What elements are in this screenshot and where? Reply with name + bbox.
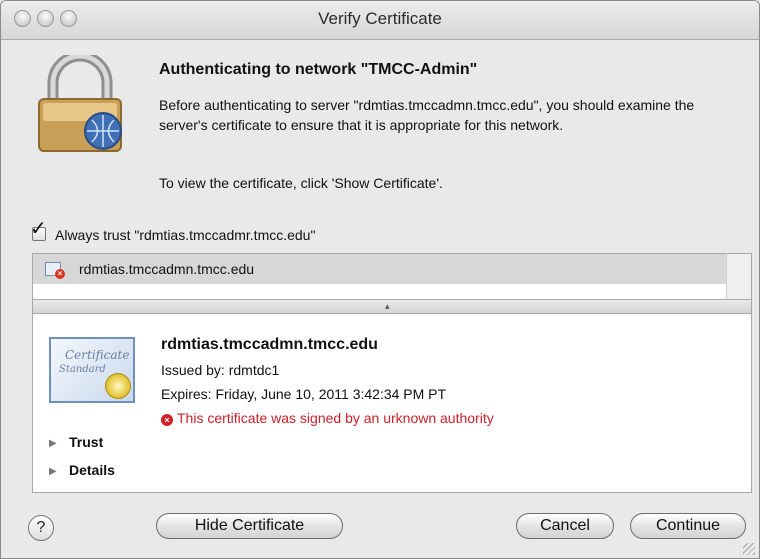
trust-disclosure-triangle-icon[interactable]: ▶ xyxy=(49,438,57,449)
certificate-list-item[interactable]: × rdmtias.tmccadmn.tmcc.edu xyxy=(33,254,727,284)
certificate-detail-pane: Certificate Standard rdmtias.tmccadmn.tm… xyxy=(32,313,752,493)
padlock-icon xyxy=(38,55,122,152)
trust-section-toggle[interactable]: Trust xyxy=(69,434,103,450)
list-scrollbar[interactable] xyxy=(726,254,751,299)
dialog-instruction: To view the certificate, click 'Show Cer… xyxy=(159,175,443,191)
certificate-name: rdmtias.tmccadmn.tmcc.edu xyxy=(161,336,378,353)
split-view-divider[interactable]: ▴ xyxy=(32,300,752,313)
cancel-button[interactable]: Cancel xyxy=(516,513,614,539)
window-title: Verify Certificate xyxy=(318,9,442,28)
dialog-heading: Authenticating to network "TMCC-Admin" xyxy=(159,61,478,78)
help-button[interactable]: ? xyxy=(28,515,54,541)
certificate-error-message: × This certificate was signed by an urkno… xyxy=(161,410,494,426)
certificate-list: × rdmtias.tmccadmn.tmcc.edu xyxy=(32,253,752,300)
certificate-badge-text: Certificate xyxy=(65,348,130,362)
certificate-expiration: Expires: Friday, June 10, 2011 3:42:34 P… xyxy=(161,386,447,402)
seal-icon xyxy=(105,373,131,399)
always-trust-label[interactable]: Always trust "rdmtias.tmccadmr.tmcc.edu" xyxy=(55,227,315,243)
certificate-list-item-label: rdmtias.tmccadmn.tmcc.edu xyxy=(79,261,255,277)
resize-grip-icon[interactable] xyxy=(743,543,755,555)
error-badge-icon: × xyxy=(55,269,65,279)
certificate-badge-subtext: Standard xyxy=(59,364,106,375)
certificate-large-icon: Certificate Standard xyxy=(49,337,135,403)
divider-grip-icon: ▴ xyxy=(385,301,390,311)
details-section-toggle[interactable]: Details xyxy=(69,462,115,478)
hide-certificate-button[interactable]: Hide Certificate xyxy=(156,513,343,539)
certificate-error-text: This certificate was signed by an urknow… xyxy=(177,410,494,426)
continue-button[interactable]: Continue xyxy=(630,513,746,539)
verify-certificate-window: Verify Certificate Authenticating to net… xyxy=(0,0,760,559)
details-disclosure-triangle-icon[interactable]: ▶ xyxy=(49,466,57,477)
checkmark-icon: ✓ xyxy=(30,218,47,240)
title-bar[interactable]: Verify Certificate xyxy=(1,1,759,40)
dialog-message: Before authenticating to server "rdmtias… xyxy=(159,97,695,133)
error-icon: × xyxy=(161,414,173,426)
certificate-issuer: Issued by: rdmtdc1 xyxy=(161,362,280,378)
